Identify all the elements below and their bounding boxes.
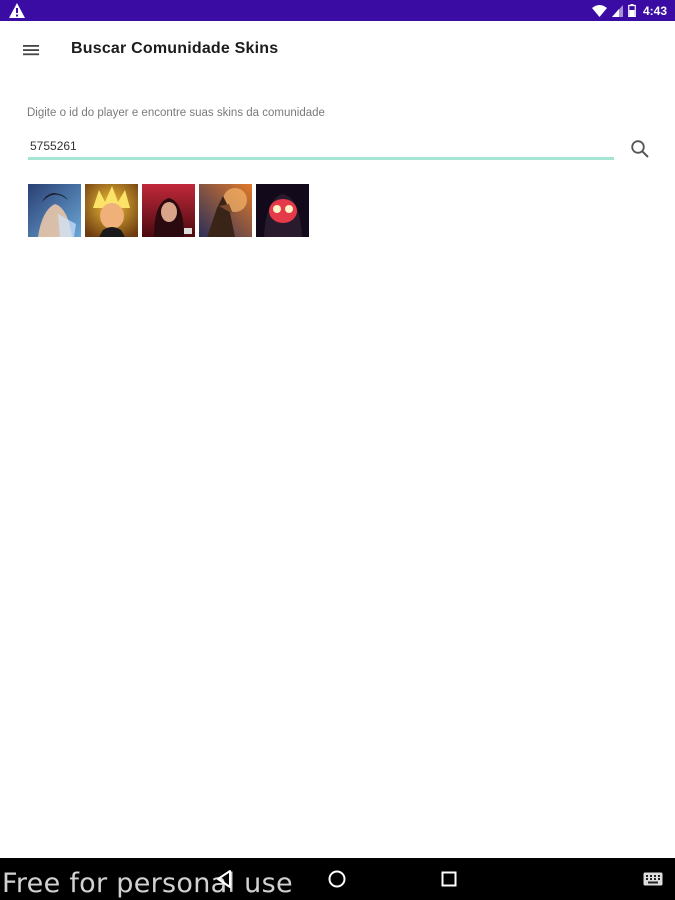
back-icon[interactable]: [215, 869, 233, 889]
skin-list: [28, 184, 309, 237]
search-button[interactable]: [627, 136, 653, 162]
recents-icon[interactable]: [441, 871, 457, 887]
wifi-icon: [591, 4, 607, 17]
navigation-bar: [0, 858, 675, 900]
keyboard-icon[interactable]: [643, 872, 663, 886]
app-bar: Buscar Comunidade Skins: [0, 21, 675, 79]
menu-icon: [23, 45, 39, 56]
page-title: Buscar Comunidade Skins: [71, 40, 279, 57]
status-bar: 4:43: [0, 0, 675, 21]
battery-icon: [628, 4, 636, 17]
search-hint: Digite o id do player e encontre suas sk…: [27, 107, 325, 119]
skin-thumbnail-2[interactable]: [85, 184, 138, 237]
skin-thumbnail-3[interactable]: [142, 184, 195, 237]
skin-thumbnail-4[interactable]: [199, 184, 252, 237]
warning-icon: [9, 3, 25, 18]
skin-thumbnail-1[interactable]: [28, 184, 81, 237]
player-id-input[interactable]: [28, 138, 614, 160]
skin-thumbnail-5[interactable]: [256, 184, 309, 237]
status-time: 4:43: [642, 3, 667, 18]
menu-button[interactable]: [14, 34, 48, 66]
home-icon[interactable]: [327, 869, 347, 889]
signal-icon: [611, 4, 623, 17]
search-icon: [631, 140, 649, 158]
